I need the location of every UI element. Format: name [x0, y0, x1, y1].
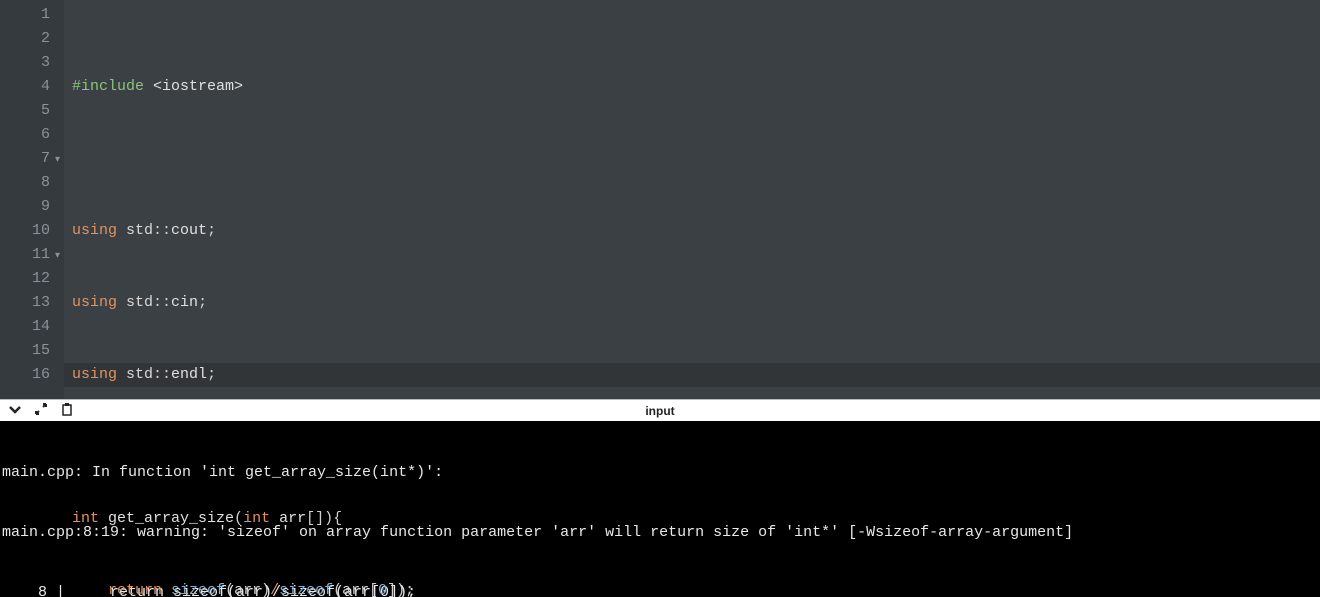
line-number: 14 — [0, 315, 50, 339]
code-editor[interactable]: 1 2 3 4 5 6 7▾ 8 9 10 11▾ 12 13 14 15 16… — [0, 0, 1320, 399]
clipboard-icon[interactable] — [60, 402, 74, 419]
code-line: using std::cout; — [72, 219, 1320, 243]
line-number: 8 — [0, 171, 50, 195]
line-number: 10 — [0, 219, 50, 243]
line-number: 2 — [0, 27, 50, 51]
line-number: 12 — [0, 267, 50, 291]
console-toolbar: input — [0, 399, 1320, 421]
line-number: 9 — [0, 195, 50, 219]
expand-icon[interactable] — [34, 402, 48, 419]
code-line: #include <iostream> — [72, 75, 1320, 99]
line-number: 4 — [0, 75, 50, 99]
line-number: 16 — [0, 363, 50, 387]
code-line — [72, 435, 1320, 459]
console-tab-label[interactable]: input — [645, 404, 674, 418]
line-number: 7▾ — [0, 147, 50, 171]
code-line: return sizeof(arr)/sizeof(arr[0]); — [72, 579, 1320, 597]
fold-marker-icon[interactable]: ▾ — [55, 149, 60, 173]
line-number: 5 — [0, 99, 50, 123]
code-content[interactable]: #include <iostream> using std::cout; usi… — [64, 0, 1320, 399]
code-line: int get_array_size(int arr[]){ — [72, 507, 1320, 531]
line-number: 11▾ — [0, 243, 50, 267]
line-number: 6 — [0, 123, 50, 147]
line-number: 3 — [0, 51, 50, 75]
line-number: 15 — [0, 339, 50, 363]
active-line-highlight — [64, 363, 1320, 387]
line-number: 13 — [0, 291, 50, 315]
line-number-gutter: 1 2 3 4 5 6 7▾ 8 9 10 11▾ 12 13 14 15 16 — [0, 0, 64, 399]
code-line: using std::cin; — [72, 291, 1320, 315]
code-line — [72, 147, 1320, 171]
fold-marker-icon[interactable]: ▾ — [55, 245, 60, 269]
collapse-icon[interactable] — [8, 402, 22, 419]
line-number: 1 — [0, 3, 50, 27]
